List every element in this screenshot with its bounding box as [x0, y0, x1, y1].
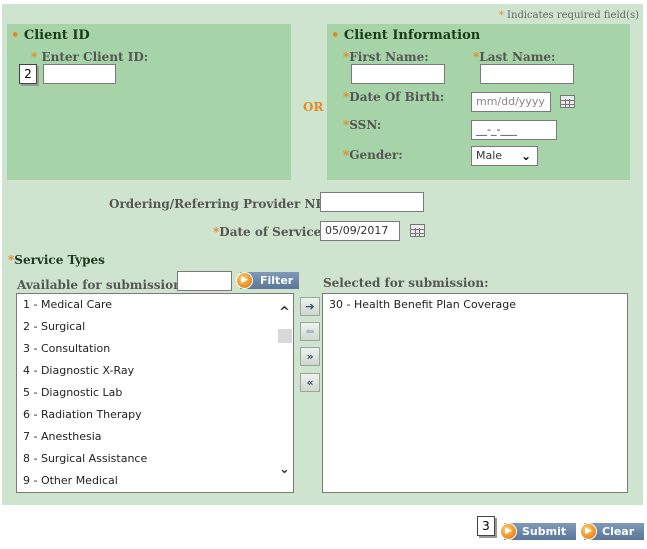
first-name-input[interactable] [351, 64, 445, 84]
chevron-down-icon[interactable]: ⌄ [277, 462, 292, 477]
gender-select[interactable]: Male ⌄ [471, 146, 538, 166]
circle-arrow-icon: ▶ [500, 523, 517, 540]
scroll-thumb[interactable] [278, 329, 292, 343]
filter-input[interactable] [177, 271, 232, 291]
list-item[interactable]: 4 - Diagnostic X-Ray [17, 360, 293, 382]
selected-list[interactable]: 30 - Health Benefit Plan Coverage [322, 293, 628, 493]
step-badge-2: 2 [19, 64, 37, 84]
ssn-label: *SSN: [343, 118, 382, 132]
filter-button[interactable]: ▶ Filter [236, 272, 300, 289]
available-list[interactable]: 1 - Medical Care 2 - Surgical 3 - Consulta… [16, 293, 294, 493]
circle-arrow-icon: ▶ [236, 272, 253, 289]
required-note: * Indicates required field(s) [498, 10, 639, 21]
list-item[interactable]: 1 - Medical Care [17, 294, 293, 316]
gender-label: *Gender: [343, 148, 403, 162]
client-info-heading: • Client Information [331, 28, 481, 43]
list-item[interactable]: 8 - Surgical Assistance [17, 448, 293, 470]
first-name-label: *First Name: [343, 50, 429, 64]
dob-label: *Date Of Birth: [343, 90, 445, 104]
service-types-heading: *Service Types [8, 253, 105, 267]
chevron-down-icon: ⌄ [520, 149, 531, 163]
step-badge-3: 3 [477, 516, 495, 536]
ssn-input[interactable]: __-_-___ [471, 120, 557, 140]
clear-button[interactable]: ▶ Clear [580, 523, 645, 540]
list-item[interactable]: 9 - Other Medical [17, 470, 293, 492]
provider-npi-label: Ordering/Referring Provider NPI: [109, 197, 335, 211]
arrow-right-icon[interactable]: ➔ [300, 297, 320, 316]
or-label: OR [303, 100, 324, 114]
client-id-label: * Enter Client ID: [31, 50, 149, 64]
list-item[interactable]: 7 - Anesthesia [17, 426, 293, 448]
provider-npi-input[interactable] [320, 192, 424, 212]
list-item[interactable]: 5 - Diagnostic Lab [17, 382, 293, 404]
arrow-left-icon[interactable]: ⬅ [300, 322, 320, 341]
available-label: Available for submission: [17, 278, 187, 292]
double-arrow-right-icon[interactable]: » [300, 347, 320, 366]
last-name-label: *Last Name: [473, 50, 556, 64]
gender-selected-value: Male [476, 149, 503, 162]
available-list-scrollbar[interactable]: ^ ⌄ [277, 295, 292, 491]
submit-button[interactable]: ▶ Submit [500, 523, 577, 540]
date-of-service-label: *Date of Service: [213, 225, 326, 239]
client-id-input[interactable] [43, 64, 116, 84]
last-name-input[interactable] [480, 64, 574, 84]
selected-label: Selected for submission: [323, 276, 489, 290]
list-item[interactable]: 30 - Health Benefit Plan Coverage [323, 294, 627, 316]
list-item[interactable]: 3 - Consultation [17, 338, 293, 360]
circle-arrow-icon: ▶ [580, 523, 597, 540]
calendar-icon[interactable] [410, 224, 425, 237]
request-form-panel: * Indicates required field(s) • Client I… [2, 4, 643, 505]
client-id-box: • Client ID * Enter Client ID: 2 [7, 24, 291, 180]
list-item[interactable]: 2 - Surgical [17, 316, 293, 338]
client-info-box: • Client Information *First Name: *Last … [327, 24, 630, 180]
calendar-icon[interactable] [560, 95, 575, 108]
dob-input[interactable]: mm/dd/yyyy [471, 92, 551, 112]
date-of-service-input[interactable]: 05/09/2017 [320, 221, 400, 241]
scroll-up-icon[interactable]: ^ [277, 305, 292, 320]
double-arrow-left-icon[interactable]: « [300, 373, 320, 392]
list-item[interactable]: 6 - Radiation Therapy [17, 404, 293, 426]
client-id-heading: • Client ID [11, 28, 90, 43]
